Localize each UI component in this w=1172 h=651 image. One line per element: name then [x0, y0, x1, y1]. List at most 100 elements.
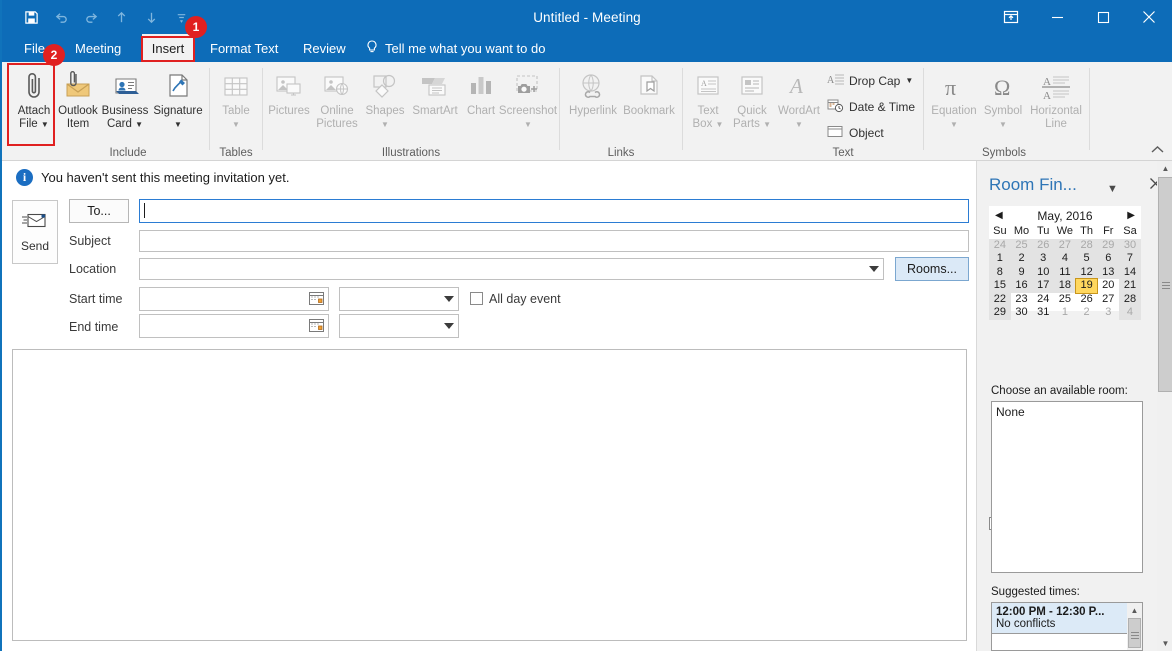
chevron-down-icon[interactable]: ▼: [232, 121, 240, 129]
calendar-day[interactable]: 13: [1097, 266, 1119, 280]
all-day-event-checkbox[interactable]: [470, 292, 483, 305]
calendar-day[interactable]: 2: [1076, 306, 1098, 320]
next-month-icon[interactable]: ▶: [1127, 210, 1135, 221]
drop-cap-button[interactable]: A Drop Cap ▼: [827, 70, 913, 92]
calendar-day[interactable]: 26: [1032, 239, 1054, 253]
calendar-day[interactable]: 26: [1076, 293, 1098, 307]
chevron-down-icon[interactable]: ▼: [795, 121, 803, 129]
table-button[interactable]: Table ▼: [210, 66, 262, 142]
chevron-down-icon[interactable]: ▼: [1107, 183, 1118, 195]
chevron-down-icon[interactable]: ▼: [381, 121, 389, 129]
calendar-day[interactable]: 21: [1119, 279, 1141, 293]
end-date-input[interactable]: [139, 314, 329, 338]
hyperlink-button[interactable]: Hyperlink: [564, 66, 622, 142]
calendar-day[interactable]: 30: [1011, 306, 1033, 320]
object-button[interactable]: Object: [827, 122, 884, 144]
calendar-day[interactable]: 8: [989, 266, 1011, 280]
tab-review[interactable]: Review: [294, 34, 355, 62]
start-date-input[interactable]: [139, 287, 329, 311]
rooms-button[interactable]: Rooms...: [895, 257, 969, 281]
save-icon[interactable]: [16, 2, 46, 32]
calendar-day[interactable]: 28: [1119, 293, 1141, 307]
location-input[interactable]: [139, 258, 884, 280]
available-rooms-list[interactable]: None: [991, 401, 1143, 573]
message-body-editor[interactable]: [12, 349, 967, 641]
next-item-icon[interactable]: [136, 2, 166, 32]
bookmark-button[interactable]: Bookmark: [620, 66, 678, 142]
calendar-day[interactable]: 14: [1119, 266, 1141, 280]
calendar-day[interactable]: 5: [1076, 252, 1098, 266]
suggested-times-list[interactable]: 12:00 PM - 12:30 P... No conflicts ▲: [991, 602, 1143, 651]
chevron-down-icon[interactable]: ▼: [716, 121, 724, 129]
business-card-button[interactable]: Business Card ▼: [99, 66, 151, 142]
calendar-day[interactable]: 1: [1054, 306, 1076, 320]
calendar-day[interactable]: 16: [1011, 279, 1033, 293]
previous-item-icon[interactable]: [106, 2, 136, 32]
calendar-day[interactable]: 7: [1119, 252, 1141, 266]
list-item[interactable]: None: [992, 402, 1142, 422]
start-clock-input[interactable]: [339, 287, 459, 311]
calendar-day[interactable]: 23: [1011, 293, 1033, 307]
calendar-day[interactable]: 28: [1076, 239, 1098, 253]
calendar-day[interactable]: 15: [989, 279, 1011, 293]
minimize-icon[interactable]: [1034, 0, 1080, 34]
calendar-day[interactable]: 31: [1032, 306, 1054, 320]
shapes-button[interactable]: Shapes ▼: [359, 66, 411, 142]
equation-button[interactable]: π Equation ▼: [928, 66, 980, 142]
end-clock-input[interactable]: [339, 314, 459, 338]
chevron-down-icon[interactable]: ▼: [950, 121, 958, 129]
calendar-day[interactable]: 2: [1011, 252, 1033, 266]
redo-icon[interactable]: [76, 2, 106, 32]
calendar-day[interactable]: 3: [1032, 252, 1054, 266]
chevron-down-icon[interactable]: ▼: [135, 121, 143, 129]
calendar-day[interactable]: 24: [1032, 293, 1054, 307]
room-finder-scrollbar[interactable]: ▲ ▼: [1157, 161, 1172, 651]
calendar-day[interactable]: 4: [1054, 252, 1076, 266]
calendar-day[interactable]: 6: [1097, 252, 1119, 266]
calendar-day[interactable]: 11: [1054, 266, 1076, 280]
tell-me-box[interactable]: Tell me what you want to do: [366, 34, 545, 62]
list-item[interactable]: 12:00 PM - 12:30 P... No conflicts: [992, 603, 1127, 634]
calendar-day[interactable]: 29: [1097, 239, 1119, 253]
scrollbar-thumb[interactable]: [1158, 177, 1172, 392]
date-picker-calendar[interactable]: ◀ May, 2016 ▶ Su Mo Tu We Th Fr Sa 24252…: [989, 206, 1141, 311]
maximize-icon[interactable]: [1080, 0, 1126, 34]
scroll-up-icon[interactable]: ▲: [1157, 161, 1172, 176]
scroll-down-icon[interactable]: ▼: [1157, 636, 1172, 651]
chevron-down-icon[interactable]: ▼: [174, 121, 182, 129]
to-button[interactable]: To...: [69, 199, 129, 223]
calendar-day[interactable]: 18: [1054, 279, 1076, 293]
calendar-day[interactable]: 25: [1054, 293, 1076, 307]
smartart-button[interactable]: SmartArt: [405, 66, 465, 142]
quick-parts-button[interactable]: Quick Parts ▼: [729, 66, 775, 142]
close-icon[interactable]: [1126, 0, 1172, 34]
chevron-down-icon[interactable]: ▼: [905, 77, 913, 85]
text-box-button[interactable]: A Text Box ▼: [687, 66, 729, 142]
calendar-day[interactable]: 22: [989, 293, 1011, 307]
calendar-day[interactable]: 10: [1032, 266, 1054, 280]
calendar-day[interactable]: 9: [1011, 266, 1033, 280]
calendar-day[interactable]: 30: [1119, 239, 1141, 253]
calendar-day[interactable]: 4: [1119, 306, 1141, 320]
calendar-icon[interactable]: [309, 318, 324, 333]
calendar-day[interactable]: 27: [1054, 239, 1076, 253]
calendar-day[interactable]: 3: [1097, 306, 1119, 320]
calendar-day[interactable]: 24: [989, 239, 1011, 253]
online-pictures-button[interactable]: Online Pictures: [311, 66, 363, 142]
pictures-button[interactable]: Pictures: [263, 66, 315, 142]
calendar-day-selected[interactable]: 19: [1076, 279, 1098, 293]
calendar-icon[interactable]: [309, 291, 324, 306]
calendar-day[interactable]: 20: [1097, 279, 1119, 293]
collapse-ribbon-icon[interactable]: [1151, 143, 1164, 157]
calendar-day[interactable]: 27: [1097, 293, 1119, 307]
chevron-down-icon[interactable]: ▼: [999, 121, 1007, 129]
wordart-button[interactable]: A WordArt ▼: [775, 66, 823, 142]
screenshot-button[interactable]: Screenshot ▼: [497, 66, 559, 142]
scrollbar-thumb[interactable]: [1128, 618, 1141, 648]
calendar-day[interactable]: 12: [1076, 266, 1098, 280]
prev-month-icon[interactable]: ◀: [995, 210, 1003, 221]
chevron-down-icon[interactable]: [444, 323, 454, 329]
calendar-day[interactable]: 25: [1011, 239, 1033, 253]
suggested-list-scrollbar[interactable]: ▲: [1127, 603, 1142, 650]
tab-format-text[interactable]: Format Text: [201, 34, 287, 62]
